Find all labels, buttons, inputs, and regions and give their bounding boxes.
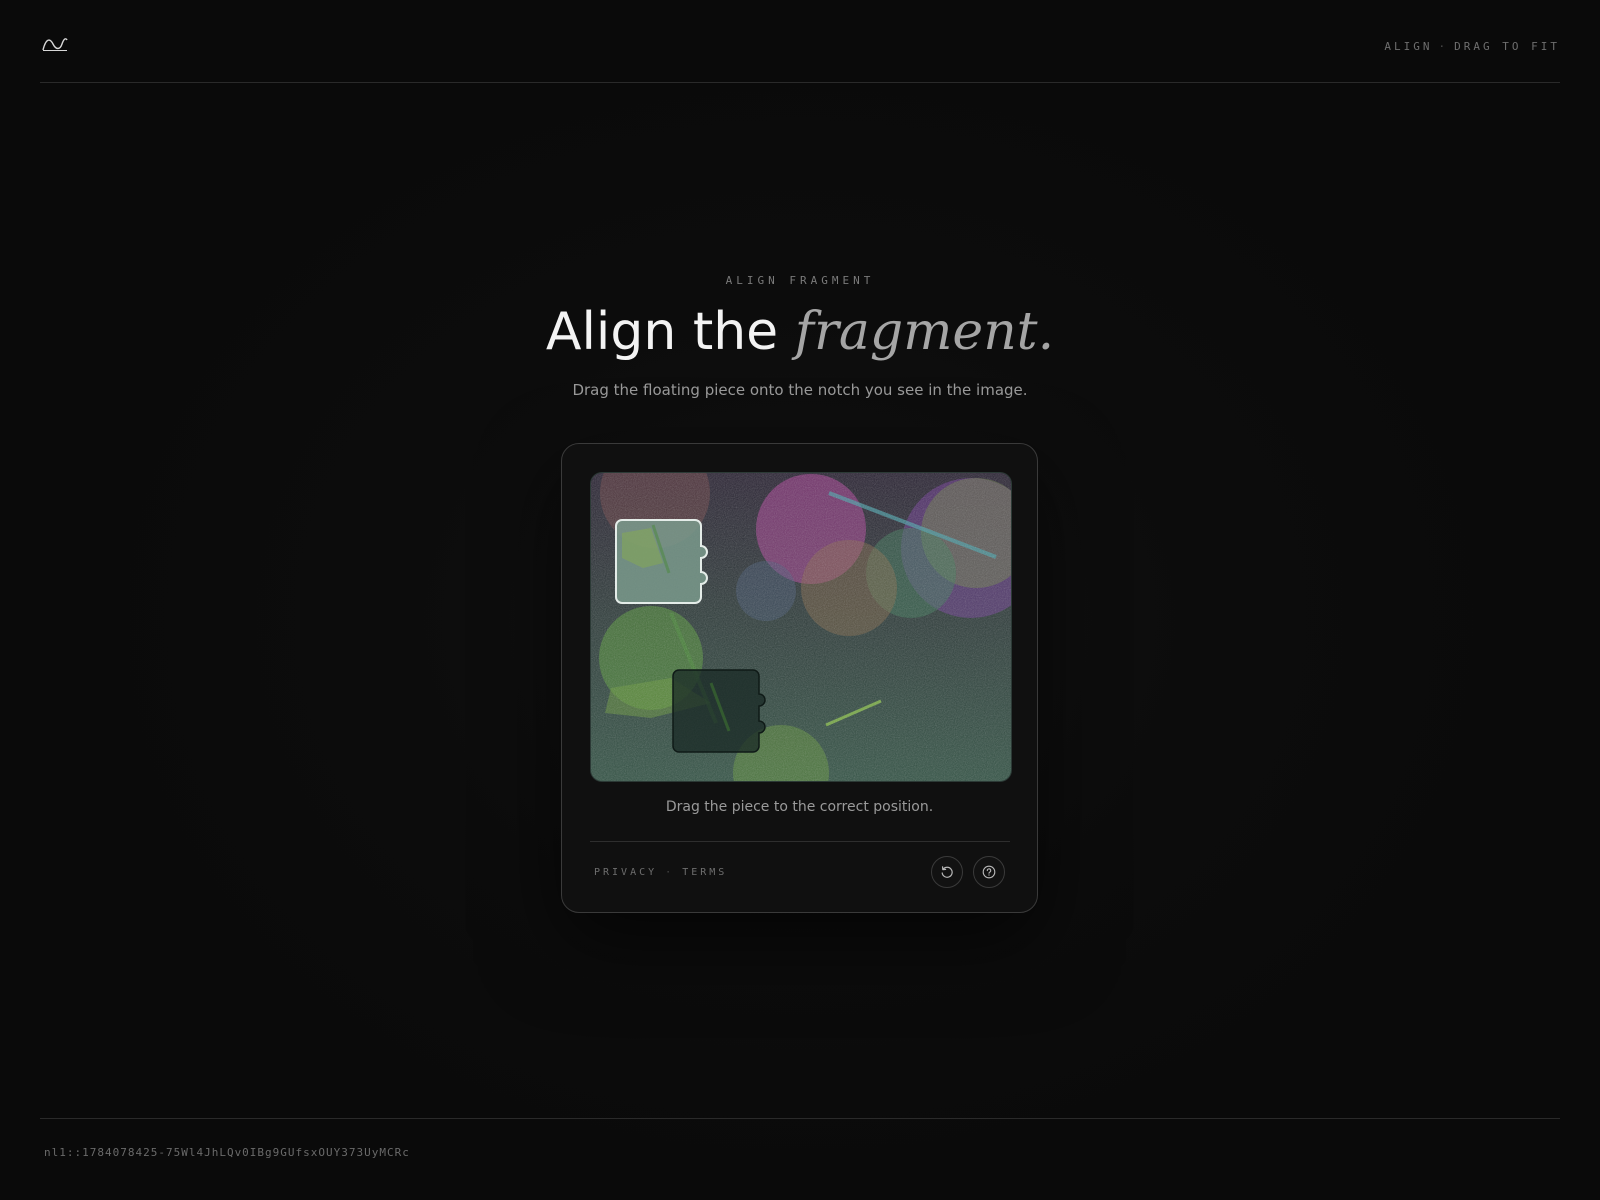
help-icon [982, 865, 996, 879]
help-button[interactable] [973, 856, 1005, 888]
title-plain: Align the [545, 302, 779, 362]
refresh-button[interactable] [931, 856, 963, 888]
puzzle-hint: Drag the piece to the correct position. [665, 799, 934, 815]
status-primary: ALIGN [1384, 40, 1433, 53]
status-separator: · [1438, 40, 1449, 53]
header-status: ALIGN · DRAG TO FIT [1384, 40, 1560, 53]
status-secondary: DRAG TO FIT [1454, 40, 1560, 53]
page-subtitle: Drag the floating piece onto the notch y… [572, 381, 1028, 399]
eyebrow-label: ALIGN FRAGMENT [725, 274, 875, 287]
title-accent: fragment. [794, 302, 1055, 362]
legal-separator: · [665, 867, 675, 878]
puzzle-image [590, 472, 1012, 782]
wave-logo-icon[interactable] [42, 36, 68, 52]
privacy-link[interactable]: PRIVACY [594, 867, 657, 878]
session-id: nl1::1784078425-75Wl4JhLQv0IBg9GUfsxOUY3… [44, 1146, 410, 1159]
legal-links: PRIVACY · TERMS [594, 867, 727, 878]
terms-link[interactable]: TERMS [682, 867, 727, 878]
bottom-bar [40, 1118, 1560, 1119]
puzzle-piece[interactable] [615, 519, 708, 604]
card-divider [590, 841, 1010, 842]
page-title: Align the fragment. [0, 300, 1600, 364]
top-bar: ALIGN · DRAG TO FIT [40, 0, 1560, 83]
refresh-icon [941, 866, 953, 878]
puzzle-notch [672, 669, 766, 753]
puzzle-canvas [591, 473, 1011, 781]
captcha-card: Drag the piece to the correct position. … [561, 443, 1038, 913]
